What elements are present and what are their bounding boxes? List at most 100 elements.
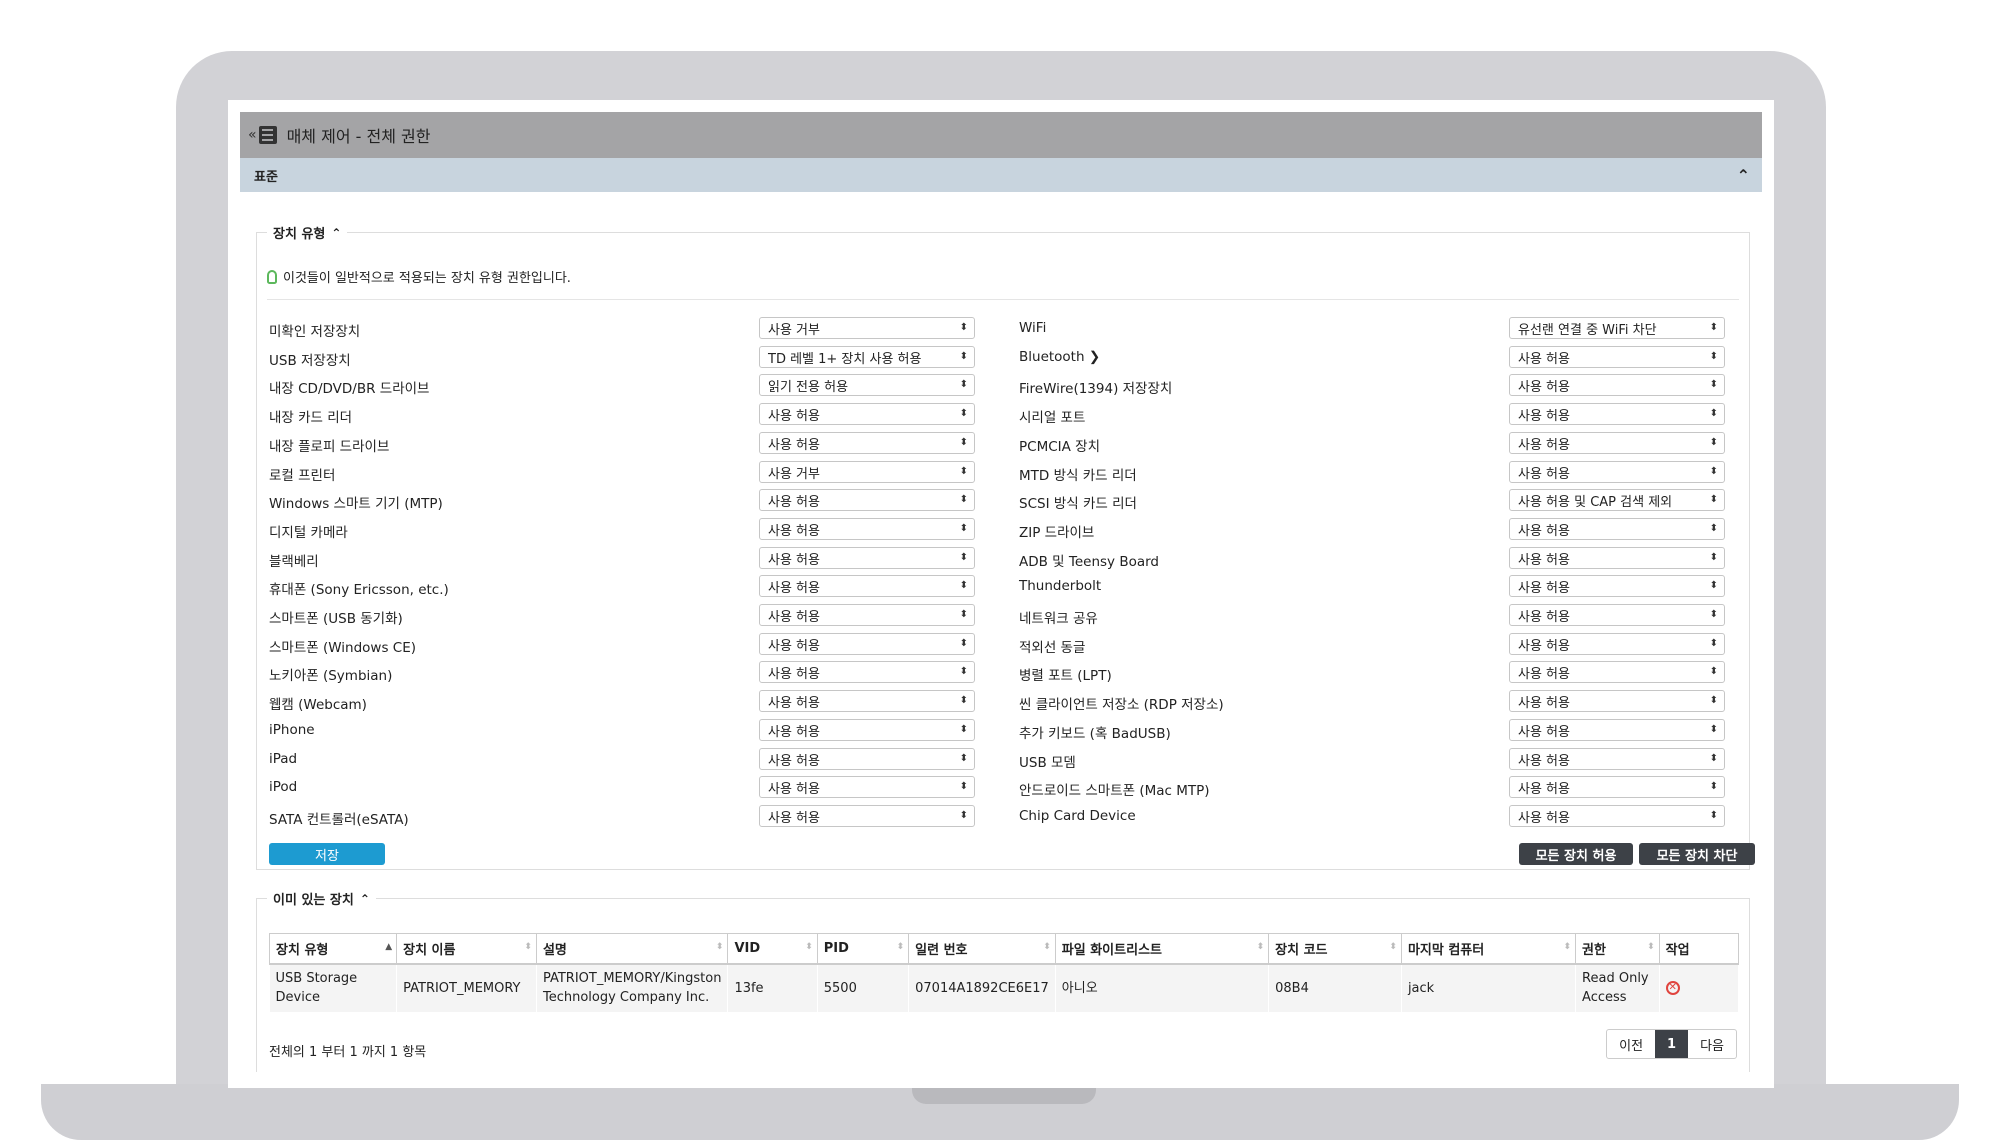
permission-value: 사용 허용 xyxy=(1518,379,1570,395)
allow-all-devices-button[interactable]: 모든 장치 허용 xyxy=(1519,843,1633,865)
select-arrows-icon: ⬍ xyxy=(1709,523,1718,534)
next-page-button[interactable]: 다음 xyxy=(1688,1030,1736,1058)
block-all-devices-button[interactable]: 모든 장치 차단 xyxy=(1639,843,1755,865)
existing-devices-legend-label: 이미 있는 장치 xyxy=(273,893,354,908)
permission-select[interactable]: 사용 허용 ⬍ xyxy=(759,403,975,425)
column-header[interactable]: 장치 유형 ▲ xyxy=(268,933,398,965)
delete-icon[interactable]: ✕ xyxy=(1665,981,1680,995)
column-header[interactable]: 장치 코드 ⬍ xyxy=(1268,933,1402,965)
permission-select[interactable]: 사용 허용 ⬍ xyxy=(759,805,975,827)
select-arrows-icon: ⬍ xyxy=(959,351,968,362)
action-cell: ✕ xyxy=(1659,963,1740,1012)
select-arrows-icon: ⬍ xyxy=(1709,379,1718,390)
current-page-button[interactable]: 1 xyxy=(1655,1030,1689,1058)
prev-page-button[interactable]: 이전 xyxy=(1607,1030,1655,1058)
sort-icon[interactable]: ⬍ xyxy=(897,942,905,952)
permission-select[interactable]: 사용 허용 ⬍ xyxy=(759,690,975,712)
table-info: 전체의 1 부터 1 까지 1 항목 xyxy=(269,1045,427,1060)
permission-select[interactable]: 사용 허용 ⬍ xyxy=(759,633,975,655)
permission-select[interactable]: 사용 허용 ⬍ xyxy=(1509,374,1725,396)
permission-value: 유선랜 연결 중 WiFi 차단 xyxy=(1518,322,1657,338)
column-header[interactable]: 권한 ⬍ xyxy=(1575,933,1660,965)
permission-value: 사용 허용 xyxy=(768,638,820,654)
device-type-label: 추가 키보드 (혹 BadUSB) xyxy=(1019,726,1171,742)
permission-select[interactable]: 사용 허용 ⬍ xyxy=(1509,547,1725,569)
permission-select[interactable]: 사용 허용 ⬍ xyxy=(1509,690,1725,712)
column-header[interactable]: 파일 화이트리스트 ⬍ xyxy=(1054,933,1270,965)
sort-icon[interactable]: ⬍ xyxy=(805,942,813,952)
sort-icon[interactable]: ⬍ xyxy=(524,942,532,952)
device-type-label: 씬 클라이언트 저장소 (RDP 저장소) xyxy=(1019,697,1224,713)
permission-value: 사용 허용 xyxy=(768,781,820,797)
permission-select[interactable]: 사용 허용 ⬍ xyxy=(759,489,975,511)
sort-icon[interactable]: ⬍ xyxy=(1647,942,1655,952)
column-header-label: 권한 xyxy=(1582,942,1606,958)
device-type-label: PCMCIA 장치 xyxy=(1019,439,1100,455)
permission-select[interactable]: 사용 허용 ⬍ xyxy=(1509,661,1725,683)
permission-select[interactable]: 사용 허용 ⬍ xyxy=(759,518,975,540)
table-cell: PATRIOT_MEMORY/Kingston Technology Compa… xyxy=(536,963,729,1012)
permission-select[interactable]: 사용 허용 ⬍ xyxy=(759,748,975,770)
chevron-up-icon[interactable]: ⌃ xyxy=(1737,166,1750,185)
permission-select[interactable]: 사용 허용 ⬍ xyxy=(759,575,975,597)
sort-icon[interactable]: ⬍ xyxy=(716,942,724,952)
permission-select[interactable]: 사용 허용 ⬍ xyxy=(759,719,975,741)
chevron-up-icon[interactable]: ⌃ xyxy=(331,226,341,240)
chevron-up-icon[interactable]: ⌃ xyxy=(360,892,370,906)
permission-select[interactable]: TD 레벨 1+ 장치 사용 허용 ⬍ xyxy=(759,346,975,368)
pagination: 이전 1 다음 xyxy=(1606,1029,1737,1059)
permission-select[interactable]: 사용 허용 ⬍ xyxy=(759,604,975,626)
column-header[interactable]: 작업 xyxy=(1658,933,1740,965)
permission-select[interactable]: 읽기 전용 허용 ⬍ xyxy=(759,374,975,396)
save-button[interactable]: 저장 xyxy=(269,843,385,865)
permission-value: 사용 허용 xyxy=(1518,580,1570,596)
permission-select[interactable]: 사용 허용 ⬍ xyxy=(1509,719,1725,741)
permission-select[interactable]: 사용 허용 ⬍ xyxy=(1509,461,1725,483)
permission-select[interactable]: 사용 허용 ⬍ xyxy=(1509,518,1725,540)
permission-value: 사용 거부 xyxy=(768,466,820,482)
permission-select[interactable]: 사용 허용 ⬍ xyxy=(759,776,975,798)
select-arrows-icon: ⬍ xyxy=(1709,322,1718,333)
select-arrows-icon: ⬍ xyxy=(1709,695,1718,706)
column-header[interactable]: VID ⬍ xyxy=(727,933,818,965)
device-types-legend[interactable]: 장치 유형 ⌃ xyxy=(267,223,348,242)
permission-select[interactable]: 사용 허용 ⬍ xyxy=(1509,748,1725,770)
permission-select[interactable]: 사용 허용 ⬍ xyxy=(1509,776,1725,798)
permission-value: 사용 허용 xyxy=(1518,552,1570,568)
table-cell: PATRIOT_MEMORY xyxy=(396,963,537,1012)
permission-select[interactable]: 사용 허용 및 CAP 검색 제외 ⬍ xyxy=(1509,489,1725,511)
permission-select[interactable]: 사용 허용 ⬍ xyxy=(1509,432,1725,454)
column-header-label: 장치 코드 xyxy=(1275,942,1328,958)
sort-icon[interactable]: ⬍ xyxy=(1564,942,1572,952)
permission-select[interactable]: 사용 허용 ⬍ xyxy=(1509,575,1725,597)
permission-value: 사용 허용 xyxy=(768,437,820,453)
permission-select[interactable]: 사용 허용 ⬍ xyxy=(759,432,975,454)
permission-select[interactable]: 사용 허용 ⬍ xyxy=(1509,633,1725,655)
permission-select[interactable]: 유선랜 연결 중 WiFi 차단 ⬍ xyxy=(1509,317,1725,339)
permission-select[interactable]: 사용 거부 ⬍ xyxy=(759,317,975,339)
column-header[interactable]: PID ⬍ xyxy=(816,933,910,965)
permission-select[interactable]: 사용 거부 ⬍ xyxy=(759,461,975,483)
column-header[interactable]: 설명 ⬍ xyxy=(535,933,729,965)
section-header[interactable]: 표준 ⌃ xyxy=(240,158,1762,192)
device-type-label: iPhone xyxy=(269,722,315,738)
permission-select[interactable]: 사용 허용 ⬍ xyxy=(1509,604,1725,626)
column-header[interactable]: 일련 번호 ⬍ xyxy=(908,933,1056,965)
column-header[interactable]: 장치 이름 ⬍ xyxy=(396,933,537,965)
device-type-label: 휴대폰 (Sony Ericsson, etc.) xyxy=(269,582,449,598)
existing-devices-legend[interactable]: 이미 있는 장치 ⌃ xyxy=(267,889,376,908)
column-header[interactable]: 마지막 컴퓨터 ⬍ xyxy=(1400,933,1577,965)
permission-value: 사용 허용 xyxy=(1518,666,1570,682)
permission-value: 사용 허용 xyxy=(1518,810,1570,826)
sort-icon[interactable]: ⬍ xyxy=(1389,942,1397,952)
permission-select[interactable]: 사용 허용 ⬍ xyxy=(1509,805,1725,827)
permission-select[interactable]: 사용 허용 ⬍ xyxy=(1509,346,1725,368)
permission-select[interactable]: 사용 허용 ⬍ xyxy=(1509,403,1725,425)
collapse-sidebar-icon[interactable]: « xyxy=(248,127,257,143)
column-header-label: 장치 유형 xyxy=(276,942,329,958)
sort-asc-icon[interactable]: ▲ xyxy=(385,942,392,952)
sort-icon[interactable]: ⬍ xyxy=(1257,942,1265,952)
sort-icon[interactable]: ⬍ xyxy=(1043,942,1051,952)
permission-select[interactable]: 사용 허용 ⬍ xyxy=(759,547,975,569)
permission-select[interactable]: 사용 허용 ⬍ xyxy=(759,661,975,683)
